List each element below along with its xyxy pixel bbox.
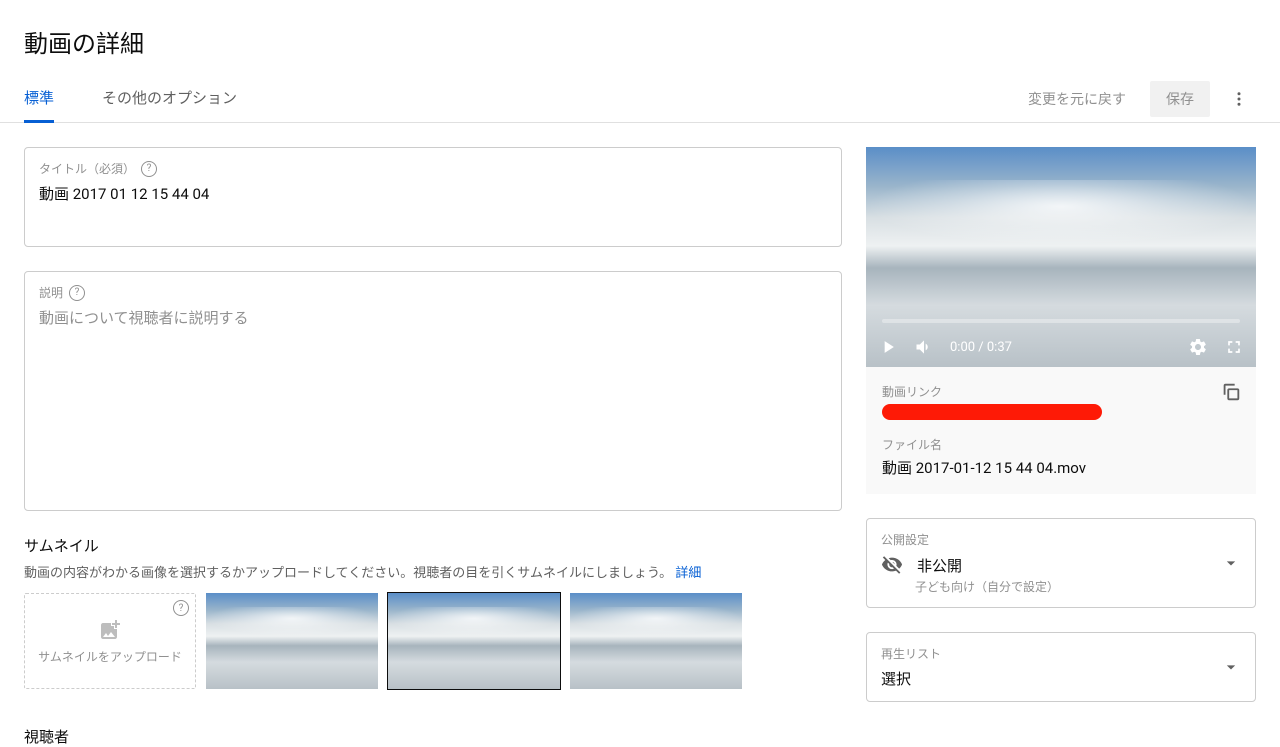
tabs: 標準 その他のオプション	[24, 75, 237, 122]
title-value: 動画 2017 01 12 15 44 04	[39, 183, 827, 204]
main-content: タイトル（必須） ? 動画 2017 01 12 15 44 04 説明 ? 動…	[0, 123, 1280, 726]
description-label: 説明 ?	[39, 284, 827, 301]
more-icon[interactable]	[1222, 82, 1256, 116]
chevron-down-icon	[1221, 553, 1241, 573]
tab-more-options[interactable]: その他のオプション	[102, 75, 237, 122]
title-input[interactable]: タイトル（必須） ? 動画 2017 01 12 15 44 04	[24, 147, 842, 247]
left-column: タイトル（必須） ? 動画 2017 01 12 15 44 04 説明 ? 動…	[24, 147, 842, 702]
settings-icon[interactable]	[1188, 337, 1208, 357]
play-icon[interactable]	[878, 337, 898, 357]
learn-more-link[interactable]: 詳細	[675, 566, 701, 581]
thumbnail-subtext-text: 動画の内容がわかる画像を選択するかアップロードしてください。視聴者の目を引くサム…	[24, 566, 675, 581]
chevron-down-icon	[1221, 657, 1241, 677]
help-icon[interactable]: ?	[173, 600, 189, 616]
visibility-value: 非公開	[917, 555, 962, 576]
title-label: タイトル（必須） ?	[39, 160, 827, 177]
help-icon[interactable]: ?	[141, 161, 157, 177]
thumbnail-subtext: 動画の内容がわかる画像を選択するかアップロードしてください。視聴者の目を引くサム…	[24, 562, 842, 581]
visibility-off-icon	[881, 554, 903, 576]
thumbnail-row: ? サムネイルをアップロード	[24, 593, 842, 689]
header-actions: 変更を元に戻す 保存	[1016, 81, 1256, 117]
page-title: 動画の詳細	[0, 0, 1280, 75]
header-bar: 標準 その他のオプション 変更を元に戻す 保存	[0, 75, 1280, 123]
right-column: 0:00 / 0:37 動画リンク ファイル名 動画 2017-01-12 15…	[866, 147, 1256, 702]
help-icon[interactable]: ?	[69, 285, 85, 301]
thumbnail-upload-label: サムネイルをアップロード	[38, 648, 182, 665]
fullscreen-icon[interactable]	[1224, 337, 1244, 357]
playlist-panel[interactable]: 再生リスト 選択	[866, 632, 1256, 702]
visibility-sub: 子ども向け（自分で設定）	[915, 578, 1241, 595]
tab-standard[interactable]: 標準	[24, 75, 54, 122]
video-info-card: 動画リンク ファイル名 動画 2017-01-12 15 44 04.mov	[866, 367, 1256, 494]
filename-value: 動画 2017-01-12 15 44 04.mov	[882, 457, 1240, 478]
video-time: 0:00 / 0:37	[950, 340, 1012, 355]
video-link-label: 動画リンク	[882, 383, 1240, 400]
visibility-label: 公開設定	[881, 531, 1241, 548]
description-placeholder: 動画について視聴者に説明する	[39, 307, 827, 328]
revert-button[interactable]: 変更を元に戻す	[1016, 81, 1138, 117]
audience-heading-cut: 視聴者	[0, 726, 1280, 747]
video-controls: 0:00 / 0:37	[866, 327, 1256, 367]
thumbnail-upload-button[interactable]: ? サムネイルをアップロード	[24, 593, 196, 689]
volume-icon[interactable]	[914, 337, 934, 357]
description-label-text: 説明	[39, 284, 63, 301]
thumbnail-heading: サムネイル	[24, 535, 842, 556]
title-label-text: タイトル（必須）	[39, 160, 135, 177]
copy-icon[interactable]	[1220, 381, 1242, 403]
thumbnail-option-1[interactable]	[206, 593, 378, 689]
thumbnail-option-3[interactable]	[570, 593, 742, 689]
save-button[interactable]: 保存	[1150, 81, 1210, 117]
playlist-value: 選択	[881, 668, 1241, 689]
video-scrubber[interactable]	[882, 319, 1240, 323]
thumbnail-option-2[interactable]	[388, 593, 560, 689]
add-image-icon	[98, 618, 122, 642]
video-link-redacted	[882, 404, 1102, 420]
description-input[interactable]: 説明 ? 動画について視聴者に説明する	[24, 271, 842, 511]
video-preview[interactable]: 0:00 / 0:37	[866, 147, 1256, 367]
visibility-panel[interactable]: 公開設定 非公開 子ども向け（自分で設定）	[866, 518, 1256, 608]
playlist-label: 再生リスト	[881, 645, 1241, 662]
filename-label: ファイル名	[882, 436, 1240, 453]
